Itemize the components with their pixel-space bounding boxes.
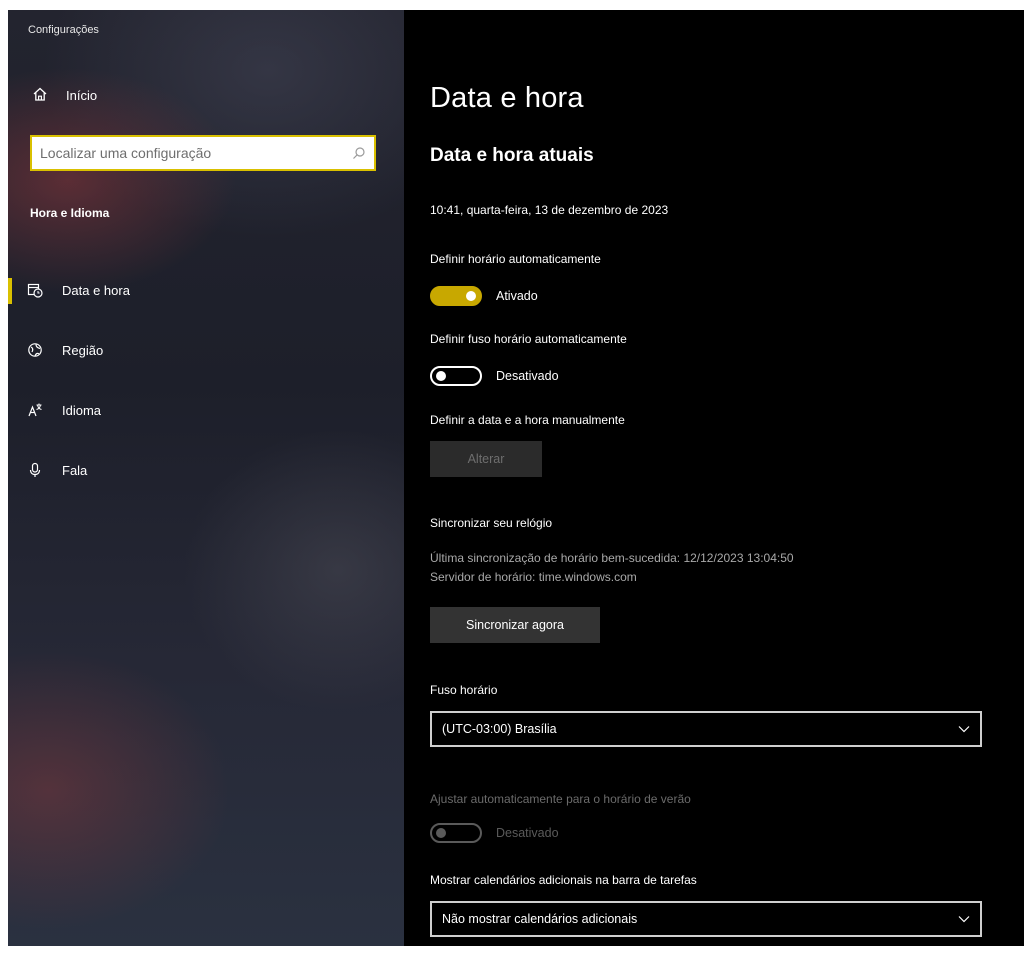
auto-time-label: Definir horário automaticamente: [430, 252, 601, 266]
main-content: Data e hora Data e hora atuais 10:41, qu…: [404, 10, 1024, 946]
toggle-knob: [436, 828, 446, 838]
microphone-icon: [26, 461, 44, 479]
sidebar-item-date-time[interactable]: Data e hora: [8, 260, 404, 320]
timezone-select[interactable]: (UTC-03:00) Brasília: [430, 711, 982, 747]
section-heading-current: Data e hora atuais: [430, 145, 594, 166]
dst-toggle[interactable]: [430, 823, 482, 843]
dst-state: Desativado: [496, 826, 559, 840]
search-icon[interactable]: [344, 138, 374, 168]
auto-timezone-toggle[interactable]: [430, 366, 482, 386]
timezone-value: (UTC-03:00) Brasília: [442, 722, 557, 736]
auto-time-toggle[interactable]: [430, 286, 482, 306]
sync-title: Sincronizar seu relógio: [430, 516, 553, 530]
language-icon: [26, 401, 44, 419]
sidebar-item-label: Fala: [62, 462, 88, 478]
current-datetime: 10:41, quarta-feira, 13 de dezembro de 2…: [430, 203, 669, 217]
auto-time-row: Ativado: [430, 286, 538, 306]
last-sync-text: Última sincronização de horário bem-suce…: [430, 551, 794, 565]
timezone-label: Fuso horário: [430, 683, 498, 697]
calendar-clock-icon: [26, 281, 44, 299]
sidebar-item-region[interactable]: Região: [8, 320, 404, 380]
sidebar-nav: Data e hora Região Idioma Fala: [8, 260, 404, 500]
chevron-down-icon: [958, 722, 970, 736]
sidebar-item-label: Região: [62, 342, 104, 358]
search-box[interactable]: [30, 135, 376, 171]
auto-timezone-label: Definir fuso horário automaticamente: [430, 332, 627, 346]
change-datetime-button[interactable]: Alterar: [430, 441, 542, 477]
dst-label: Ajustar automaticamente para o horário d…: [430, 792, 691, 806]
time-server-text: Servidor de horário: time.windows.com: [430, 570, 637, 584]
sidebar-item-label: Idioma: [62, 402, 102, 418]
sidebar-item-language[interactable]: Idioma: [8, 380, 404, 440]
toggle-knob: [466, 291, 476, 301]
sidebar-item-speech[interactable]: Fala: [8, 440, 404, 500]
sidebar-item-label: Data e hora: [62, 282, 130, 298]
manual-datetime-label: Definir a data e a hora manualmente: [430, 413, 625, 427]
calendars-select[interactable]: Não mostrar calendários adicionais: [430, 901, 982, 937]
calendars-label: Mostrar calendários adicionais na barra …: [430, 873, 697, 887]
page-title: Data e hora: [430, 82, 584, 114]
dst-row: Desativado: [430, 823, 559, 843]
auto-timezone-state: Desativado: [496, 369, 559, 383]
calendars-value: Não mostrar calendários adicionais: [442, 912, 638, 926]
section-title: Hora e Idioma: [30, 206, 110, 220]
globe-icon: [26, 341, 44, 359]
chevron-down-icon: [958, 912, 970, 926]
search-input[interactable]: [32, 137, 344, 169]
app-title: Configurações: [28, 24, 99, 36]
auto-time-state: Ativado: [496, 289, 538, 303]
home-label: Início: [66, 88, 98, 103]
sync-now-button[interactable]: Sincronizar agora: [430, 607, 600, 643]
toggle-knob: [436, 371, 446, 381]
home-link[interactable]: Início: [32, 86, 97, 105]
sidebar: Configurações Início Hora e Idioma: [8, 10, 404, 946]
auto-timezone-row: Desativado: [430, 366, 559, 386]
home-icon: [32, 86, 48, 105]
settings-window: Configurações Início Hora e Idioma: [8, 10, 1024, 946]
